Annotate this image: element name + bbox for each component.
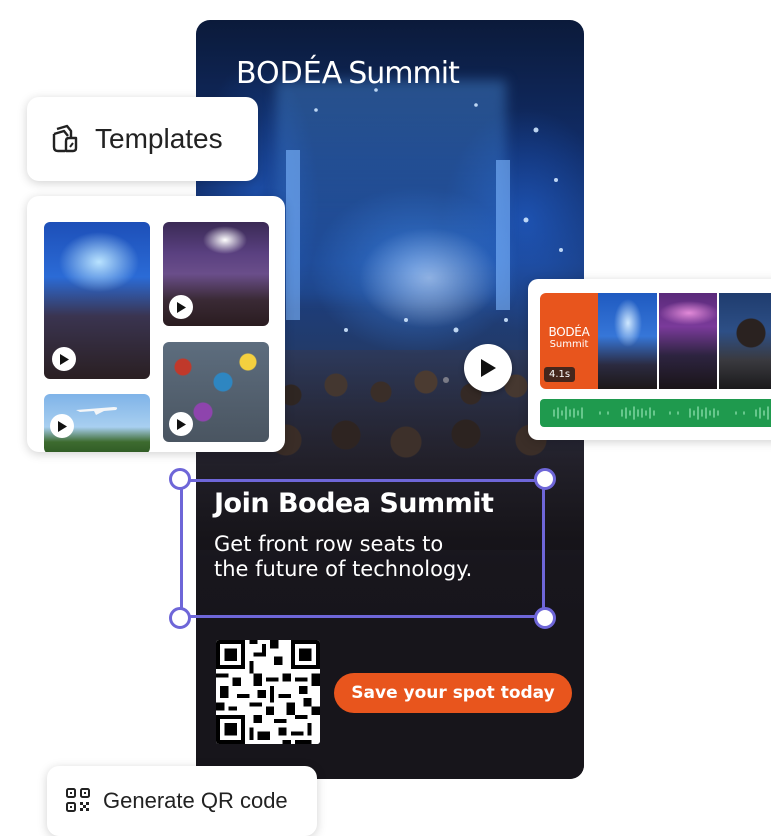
play-icon — [177, 418, 186, 430]
resize-handle-top-left[interactable] — [169, 468, 191, 490]
resize-handle-top-right[interactable] — [534, 468, 556, 490]
thumbnail-play-button[interactable] — [169, 295, 193, 319]
save-your-spot-button[interactable]: Save your spot today — [334, 673, 572, 713]
timeline-clip-stage[interactable] — [598, 293, 657, 389]
thumbnail-play-button[interactable] — [50, 414, 74, 438]
brand-sub-text: Summit — [348, 56, 460, 91]
video-timeline-panel: BODÉA Summit 4.1s — [528, 279, 771, 440]
thumbnail-play-button[interactable] — [52, 347, 76, 371]
template-thumbnail-concert[interactable] — [44, 222, 150, 379]
play-icon — [481, 359, 496, 377]
play-icon — [58, 420, 67, 432]
audio-track[interactable] — [540, 399, 771, 427]
template-thumbnail-keynote[interactable] — [163, 222, 269, 326]
resize-handle-bottom-right[interactable] — [534, 607, 556, 629]
clip-duration-badge: 4.1s — [544, 367, 576, 382]
play-video-button[interactable] — [464, 344, 512, 392]
timeline-clip-speaker[interactable] — [719, 293, 771, 389]
clip-brand-main: BODÉA — [548, 325, 590, 339]
audio-waveform — [553, 406, 769, 420]
timeline-clip-crowd[interactable] — [659, 293, 717, 389]
templates-label: Templates — [95, 123, 223, 154]
generate-qr-code-button[interactable]: Generate QR code — [47, 766, 317, 836]
qr-code — [216, 640, 320, 744]
text-selection-box[interactable] — [180, 479, 545, 618]
clip-brand-sub: Summit — [549, 339, 589, 350]
templates-icon — [52, 124, 78, 153]
template-thumbnail-workshop[interactable] — [163, 342, 269, 442]
template-thumbnail-travel[interactable] — [44, 394, 150, 452]
generate-qr-code-label: Generate QR code — [103, 788, 288, 813]
play-icon — [177, 301, 186, 313]
play-icon — [60, 353, 69, 365]
qr-code-icon — [66, 788, 90, 812]
thumbnail-play-button[interactable] — [169, 412, 193, 436]
template-thumbnail-grid — [27, 196, 285, 452]
brand-main-text: BODÉA — [236, 56, 343, 91]
resize-handle-bottom-left[interactable] — [169, 607, 191, 629]
templates-button[interactable]: Templates — [27, 97, 258, 181]
poster-brand-logo: BODÉA Summit — [236, 56, 460, 91]
airplane-icon — [76, 407, 118, 415]
